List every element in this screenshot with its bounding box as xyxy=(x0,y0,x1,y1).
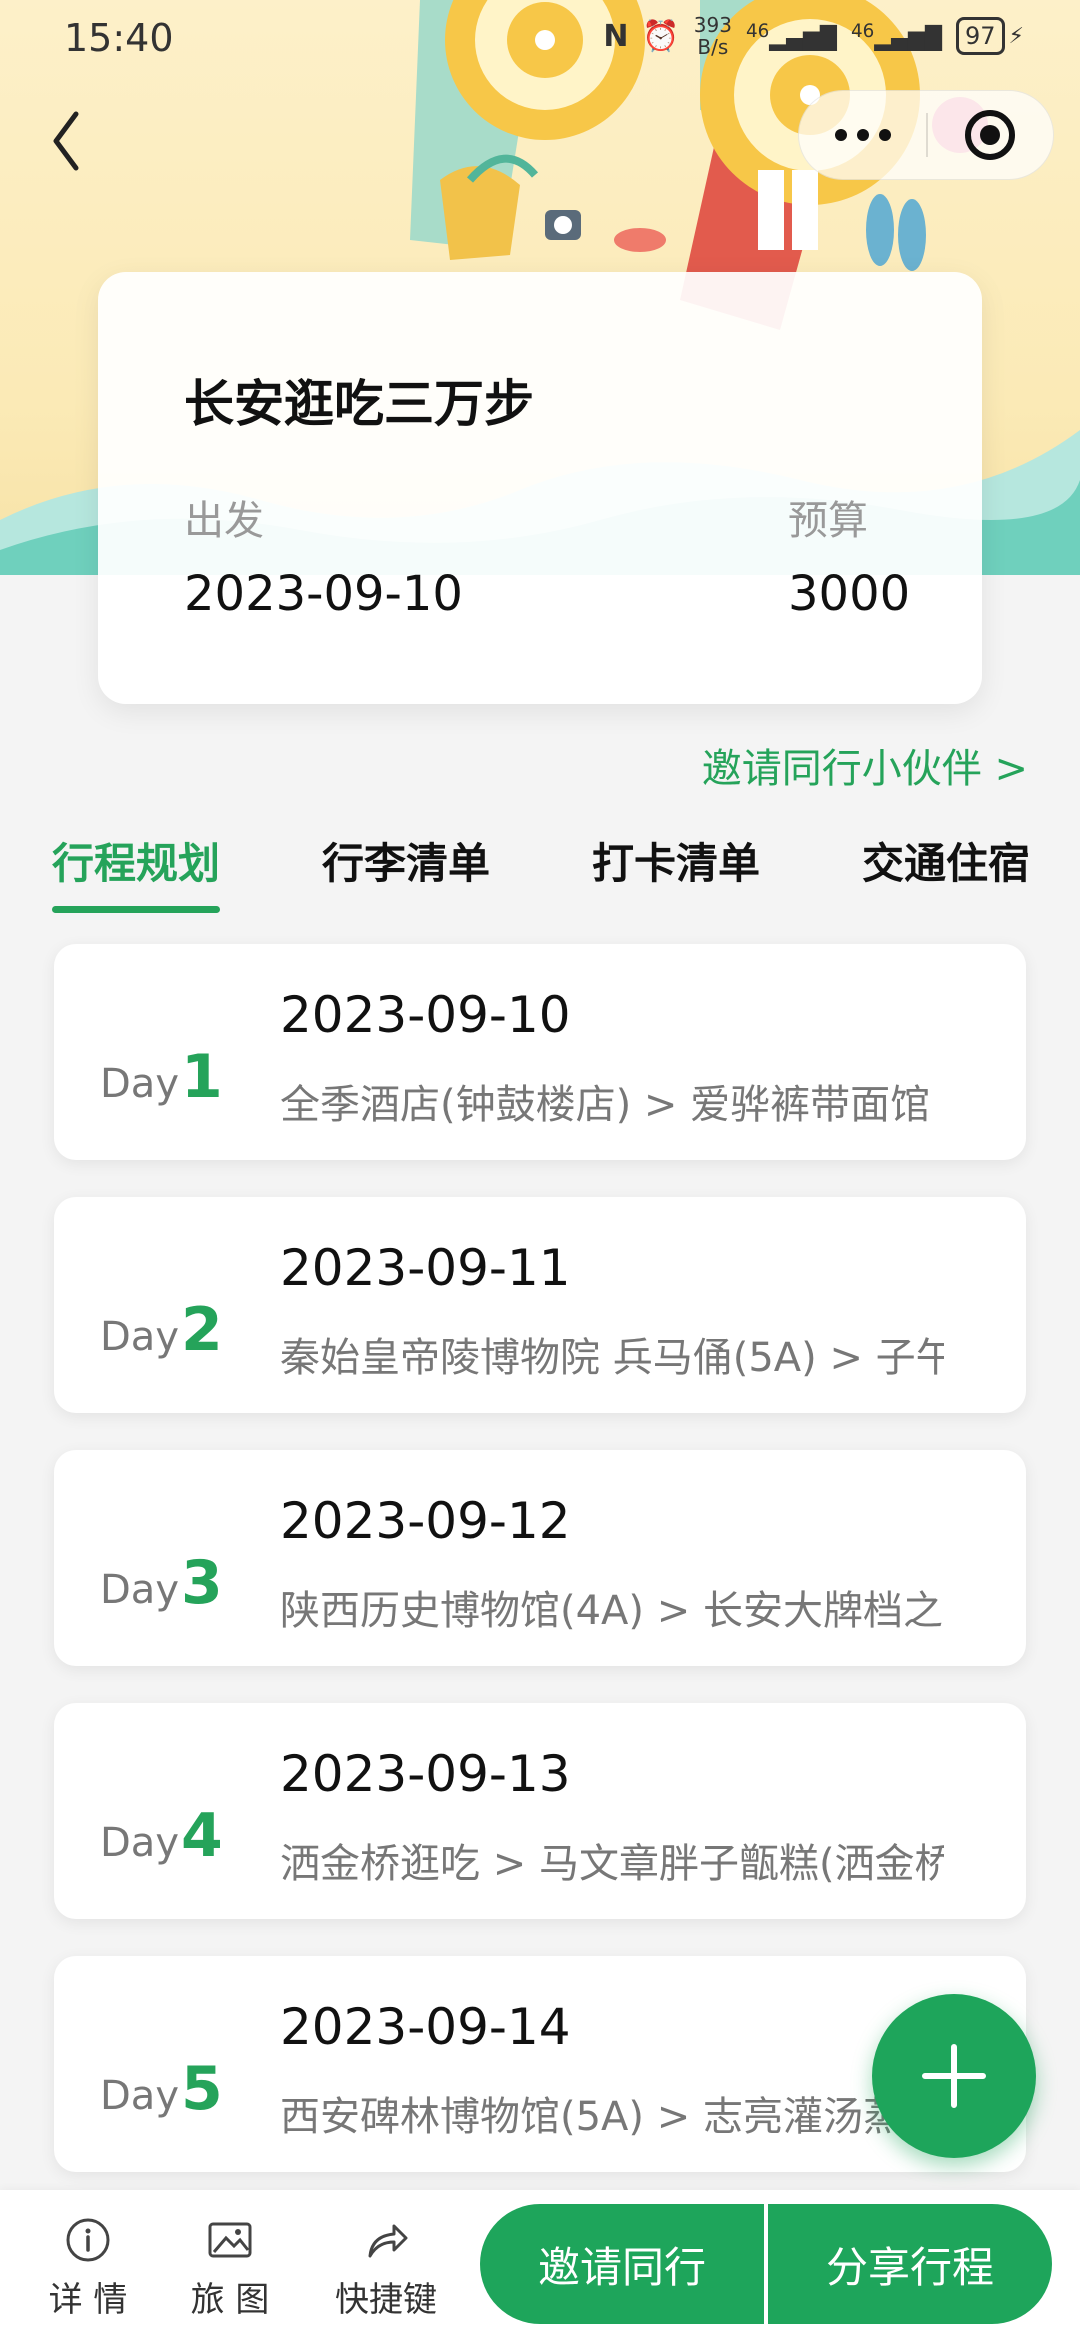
details-button[interactable]: 详 情 xyxy=(18,2216,158,2321)
plus-icon xyxy=(922,2044,986,2108)
day-word: Day xyxy=(100,1567,179,1613)
chevron-left-icon xyxy=(53,111,79,171)
share-arrow-icon xyxy=(368,2224,408,2258)
tab-bar: 行程规划 行李清单 打卡清单 交通住宿 xyxy=(0,830,1080,920)
day-word: Day xyxy=(100,2073,179,2119)
depart-value: 2023-09-10 xyxy=(184,566,463,622)
charging-icon: ⚡ xyxy=(1008,23,1024,49)
alarm-icon: ⏰ xyxy=(642,18,680,54)
day-route: 秦始皇帝陵博物院 兵马俑(5A) > 子午 xyxy=(280,1335,944,1381)
day-route: 洒金桥逛吃 > 马文章胖子甑糕(洒金桥 xyxy=(280,1841,944,1887)
tab-luggage[interactable]: 行李清单 xyxy=(322,830,490,891)
nfc-icon: N xyxy=(603,18,629,54)
info-icon xyxy=(66,2218,110,2262)
day-number: 1 xyxy=(180,1042,223,1112)
miniprogram-capsule xyxy=(798,90,1054,180)
status-icons: N ⏰ 393 B/s 46▂▄▆█ 46▂▄▆█ 97 ⚡ xyxy=(603,14,1024,58)
budget-label: 预算 xyxy=(788,498,868,544)
signal-icon: 46▂▄▆█ xyxy=(745,20,837,52)
invite-companions-link[interactable]: 邀请同行小伙伴 > xyxy=(702,736,1028,794)
invite-companion-button[interactable]: 邀请同行 xyxy=(480,2204,764,2324)
back-button[interactable] xyxy=(46,106,86,176)
day-label: Day 5 xyxy=(100,2054,223,2124)
day-label: Day 1 xyxy=(100,1042,223,1112)
add-day-button[interactable] xyxy=(872,1994,1036,2158)
day-number: 3 xyxy=(180,1548,223,1618)
net-speed: 393 B/s xyxy=(694,14,732,58)
day-date: 2023-09-14 xyxy=(280,1998,571,2056)
day-word: Day xyxy=(100,1820,179,1866)
net-speed-unit: B/s xyxy=(697,35,729,59)
tab-checkin[interactable]: 打卡清单 xyxy=(592,830,760,891)
tab-transport-lodging[interactable]: 交通住宿 xyxy=(862,830,1030,891)
close-button[interactable] xyxy=(928,90,1053,180)
day-card[interactable]: Day 2 2023-09-11 秦始皇帝陵博物院 兵马俑(5A) > 子午 xyxy=(54,1197,1026,1413)
day-card[interactable]: Day 4 2023-09-13 洒金桥逛吃 > 马文章胖子甑糕(洒金桥 xyxy=(54,1703,1026,1919)
depart-label: 出发 xyxy=(184,498,264,544)
day-date: 2023-09-12 xyxy=(280,1492,571,1550)
day-date: 2023-09-11 xyxy=(280,1239,571,1297)
day-word: Day xyxy=(100,1314,179,1360)
shortcut-label: 快捷键 xyxy=(335,2280,437,2320)
details-label: 详 情 xyxy=(48,2280,128,2320)
day-word: Day xyxy=(100,1061,179,1107)
day-label: Day 4 xyxy=(100,1801,223,1871)
trip-title: 长安逛吃三万步 xyxy=(184,375,534,433)
day-card[interactable]: Day 3 2023-09-12 陕西历史博物馆(4A) > 长安大牌档之 xyxy=(54,1450,1026,1666)
battery-level: 97 xyxy=(956,17,1005,55)
day-route: 陕西历史博物馆(4A) > 长安大牌档之 xyxy=(280,1588,943,1634)
signal-icon-2: 46▂▄▆█ xyxy=(850,20,942,52)
net-speed-value: 393 xyxy=(693,13,732,37)
day-date: 2023-09-10 xyxy=(280,986,571,1044)
day-date: 2023-09-13 xyxy=(280,1745,571,1803)
day-number: 5 xyxy=(180,2054,223,2124)
day-number: 2 xyxy=(180,1295,223,1365)
target-close-icon xyxy=(965,110,1016,160)
day-card[interactable]: Day 1 2023-09-10 全季酒店(钟鼓楼店) > 爱骅裤带面馆 xyxy=(54,944,1026,1160)
budget-value: 3000 xyxy=(788,566,911,622)
bottom-action-bar: 详 情 旅 图 快捷键 邀请同行 分享行程 xyxy=(0,2190,1080,2340)
tab-active-indicator xyxy=(52,906,220,913)
trip-summary-card[interactable]: 长安逛吃三万步 出发 2023-09-10 预算 3000 xyxy=(98,272,982,704)
gallery-label: 旅 图 xyxy=(190,2280,270,2320)
tab-itinerary[interactable]: 行程规划 xyxy=(52,830,220,891)
status-time: 15:40 xyxy=(64,16,174,60)
share-itinerary-button[interactable]: 分享行程 xyxy=(768,2204,1052,2324)
status-bar: 15:40 N ⏰ 393 B/s 46▂▄▆█ 46▂▄▆█ 97 ⚡ xyxy=(0,0,1080,80)
day-route: 全季酒店(钟鼓楼店) > 爱骅裤带面馆 xyxy=(280,1082,931,1128)
shortcut-button[interactable]: 快捷键 xyxy=(316,2216,456,2321)
gallery-button[interactable]: 旅 图 xyxy=(160,2216,300,2321)
battery-icon: 97 ⚡ xyxy=(956,17,1024,55)
image-icon xyxy=(208,2222,252,2258)
trip-screen: 15:40 N ⏰ 393 B/s 46▂▄▆█ 46▂▄▆█ 97 ⚡ 长安逛… xyxy=(0,0,1080,2340)
more-dots-icon xyxy=(834,129,847,141)
day-label: Day 2 xyxy=(100,1295,223,1365)
more-button[interactable] xyxy=(799,90,926,180)
day-label: Day 3 xyxy=(100,1548,223,1618)
day-number: 4 xyxy=(180,1801,223,1871)
day-route: 西安碑林博物馆(5A) > 志亮灌汤蒸饺 xyxy=(280,2094,943,2140)
